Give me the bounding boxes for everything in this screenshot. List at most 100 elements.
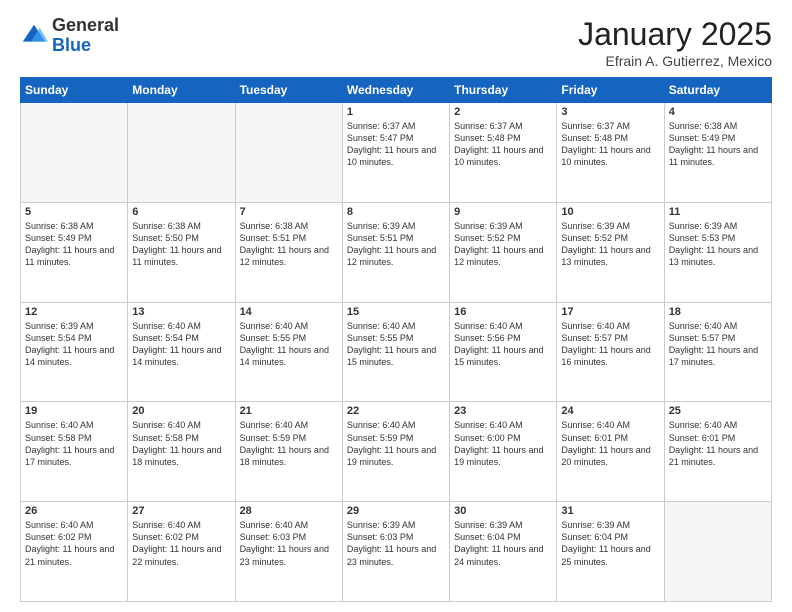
weekday-header-friday: Friday (557, 78, 664, 103)
calendar-cell: 18 Sunrise: 6:40 AMSunset: 5:57 PMDayligh… (664, 302, 771, 402)
cell-info: Sunrise: 6:39 AMSunset: 6:03 PMDaylight:… (347, 519, 445, 568)
cell-info: Sunrise: 6:40 AMSunset: 6:01 PMDaylight:… (669, 419, 767, 468)
day-number: 28 (240, 505, 338, 517)
weekday-header-wednesday: Wednesday (342, 78, 449, 103)
calendar-cell: 27 Sunrise: 6:40 AMSunset: 6:02 PMDayligh… (128, 502, 235, 602)
page: General Blue January 2025 Efrain A. Guti… (0, 0, 792, 612)
cell-info: Sunrise: 6:40 AMSunset: 5:57 PMDaylight:… (669, 320, 767, 369)
day-number: 31 (561, 505, 659, 517)
day-number: 2 (454, 106, 552, 118)
cell-info: Sunrise: 6:39 AMSunset: 5:52 PMDaylight:… (454, 220, 552, 269)
cell-info: Sunrise: 6:39 AMSunset: 6:04 PMDaylight:… (561, 519, 659, 568)
title-block: January 2025 Efrain A. Gutierrez, Mexico (578, 16, 772, 69)
calendar-cell: 11Sunrise: 6:39 AMSunset: 5:53 PMDayligh… (664, 202, 771, 302)
calendar-cell: 6 Sunrise: 6:38 AMSunset: 5:50 PMDaylight… (128, 202, 235, 302)
day-number: 24 (561, 405, 659, 417)
calendar-cell (664, 502, 771, 602)
cell-info: Sunrise: 6:40 AMSunset: 5:54 PMDaylight:… (132, 320, 230, 369)
day-number: 10 (561, 206, 659, 218)
calendar-cell: 12 Sunrise: 6:39 AMSunset: 5:54 PMDayligh… (21, 302, 128, 402)
calendar-cell: 9 Sunrise: 6:39 AMSunset: 5:52 PMDaylight… (450, 202, 557, 302)
weekday-header-thursday: Thursday (450, 78, 557, 103)
logo-blue: Blue (52, 36, 119, 56)
calendar-cell: 25 Sunrise: 6:40 AMSunset: 6:01 PMDayligh… (664, 402, 771, 502)
cell-info: Sunrise: 6:38 AMSunset: 5:49 PMDaylight:… (669, 120, 767, 169)
calendar-cell: 24 Sunrise: 6:40 AMSunset: 6:01 PMDayligh… (557, 402, 664, 502)
week-row-2: 5 Sunrise: 6:38 AMSunset: 5:49 PMDaylight… (21, 202, 772, 302)
cell-info: Sunrise: 6:40 AMSunset: 6:00 PMDaylight:… (454, 419, 552, 468)
cell-info: Sunrise: 6:40 AMSunset: 5:59 PMDaylight:… (240, 419, 338, 468)
month-title: January 2025 (578, 16, 772, 53)
weekday-header-monday: Monday (128, 78, 235, 103)
cell-info: Sunrise: 6:40 AMSunset: 6:02 PMDaylight:… (132, 519, 230, 568)
cell-info: Sunrise: 6:40 AMSunset: 5:57 PMDaylight:… (561, 320, 659, 369)
week-row-5: 26Sunrise: 6:40 AMSunset: 6:02 PMDayligh… (21, 502, 772, 602)
cell-info: Sunrise: 6:40 AMSunset: 6:03 PMDaylight:… (240, 519, 338, 568)
calendar-cell: 17 Sunrise: 6:40 AMSunset: 5:57 PMDayligh… (557, 302, 664, 402)
logo-text: General Blue (52, 16, 119, 56)
day-number: 4 (669, 106, 767, 118)
day-number: 7 (240, 206, 338, 218)
cell-info: Sunrise: 6:38 AMSunset: 5:51 PMDaylight:… (240, 220, 338, 269)
day-number: 9 (454, 206, 552, 218)
calendar-cell: 14 Sunrise: 6:40 AMSunset: 5:55 PMDayligh… (235, 302, 342, 402)
day-number: 12 (25, 306, 123, 318)
logo-general: General (52, 16, 119, 36)
day-number: 25 (669, 405, 767, 417)
cell-info: Sunrise: 6:40 AMSunset: 6:01 PMDaylight:… (561, 419, 659, 468)
day-number: 17 (561, 306, 659, 318)
weekday-header-sunday: Sunday (21, 78, 128, 103)
cell-info: Sunrise: 6:38 AMSunset: 5:49 PMDaylight:… (25, 220, 123, 269)
day-number: 23 (454, 405, 552, 417)
calendar-cell: 22Sunrise: 6:40 AMSunset: 5:59 PMDayligh… (342, 402, 449, 502)
calendar-table: SundayMondayTuesdayWednesdayThursdayFrid… (20, 77, 772, 602)
logo-icon (20, 22, 48, 50)
day-number: 22 (347, 405, 445, 417)
cell-info: Sunrise: 6:39 AMSunset: 5:54 PMDaylight:… (25, 320, 123, 369)
day-number: 6 (132, 206, 230, 218)
day-number: 3 (561, 106, 659, 118)
cell-info: Sunrise: 6:40 AMSunset: 5:55 PMDaylight:… (347, 320, 445, 369)
calendar-cell: 5 Sunrise: 6:38 AMSunset: 5:49 PMDaylight… (21, 202, 128, 302)
day-number: 27 (132, 505, 230, 517)
cell-info: Sunrise: 6:40 AMSunset: 5:56 PMDaylight:… (454, 320, 552, 369)
day-number: 20 (132, 405, 230, 417)
week-row-4: 19 Sunrise: 6:40 AMSunset: 5:58 PMDayligh… (21, 402, 772, 502)
cell-info: Sunrise: 6:39 AMSunset: 5:53 PMDaylight:… (669, 220, 767, 269)
calendar-cell: 19Sunrise: 6:40 AMSunset: 5:58 PMDayligh… (21, 402, 128, 502)
day-number: 30 (454, 505, 552, 517)
cell-info: Sunrise: 6:37 AMSunset: 5:48 PMDaylight:… (454, 120, 552, 169)
cell-info: Sunrise: 6:38 AMSunset: 5:50 PMDaylight:… (132, 220, 230, 269)
weekday-header-saturday: Saturday (664, 78, 771, 103)
cell-info: Sunrise: 6:37 AMSunset: 5:47 PMDaylight:… (347, 120, 445, 169)
week-row-1: 1 Sunrise: 6:37 AMSunset: 5:47 PMDaylight… (21, 103, 772, 203)
day-number: 19 (25, 405, 123, 417)
calendar-cell (235, 103, 342, 203)
day-number: 18 (669, 306, 767, 318)
day-number: 1 (347, 106, 445, 118)
calendar-cell (21, 103, 128, 203)
day-number: 16 (454, 306, 552, 318)
cell-info: Sunrise: 6:39 AMSunset: 6:04 PMDaylight:… (454, 519, 552, 568)
calendar-cell: 30 Sunrise: 6:39 AMSunset: 6:04 PMDayligh… (450, 502, 557, 602)
logo: General Blue (20, 16, 119, 56)
calendar-cell: 26Sunrise: 6:40 AMSunset: 6:02 PMDayligh… (21, 502, 128, 602)
calendar-cell: 2 Sunrise: 6:37 AMSunset: 5:48 PMDaylight… (450, 103, 557, 203)
calendar-cell: 23 Sunrise: 6:40 AMSunset: 6:00 PMDayligh… (450, 402, 557, 502)
calendar-cell (128, 103, 235, 203)
calendar-cell: 31 Sunrise: 6:39 AMSunset: 6:04 PMDayligh… (557, 502, 664, 602)
weekday-header-row: SundayMondayTuesdayWednesdayThursdayFrid… (21, 78, 772, 103)
day-number: 5 (25, 206, 123, 218)
cell-info: Sunrise: 6:37 AMSunset: 5:48 PMDaylight:… (561, 120, 659, 169)
day-number: 29 (347, 505, 445, 517)
cell-info: Sunrise: 6:40 AMSunset: 5:55 PMDaylight:… (240, 320, 338, 369)
calendar-cell: 7 Sunrise: 6:38 AMSunset: 5:51 PMDaylight… (235, 202, 342, 302)
day-number: 14 (240, 306, 338, 318)
calendar-cell: 1 Sunrise: 6:37 AMSunset: 5:47 PMDaylight… (342, 103, 449, 203)
cell-info: Sunrise: 6:39 AMSunset: 5:51 PMDaylight:… (347, 220, 445, 269)
weekday-header-tuesday: Tuesday (235, 78, 342, 103)
cell-info: Sunrise: 6:40 AMSunset: 6:02 PMDaylight:… (25, 519, 123, 568)
cell-info: Sunrise: 6:40 AMSunset: 5:58 PMDaylight:… (132, 419, 230, 468)
calendar-cell: 21Sunrise: 6:40 AMSunset: 5:59 PMDayligh… (235, 402, 342, 502)
calendar-cell: 29 Sunrise: 6:39 AMSunset: 6:03 PMDayligh… (342, 502, 449, 602)
